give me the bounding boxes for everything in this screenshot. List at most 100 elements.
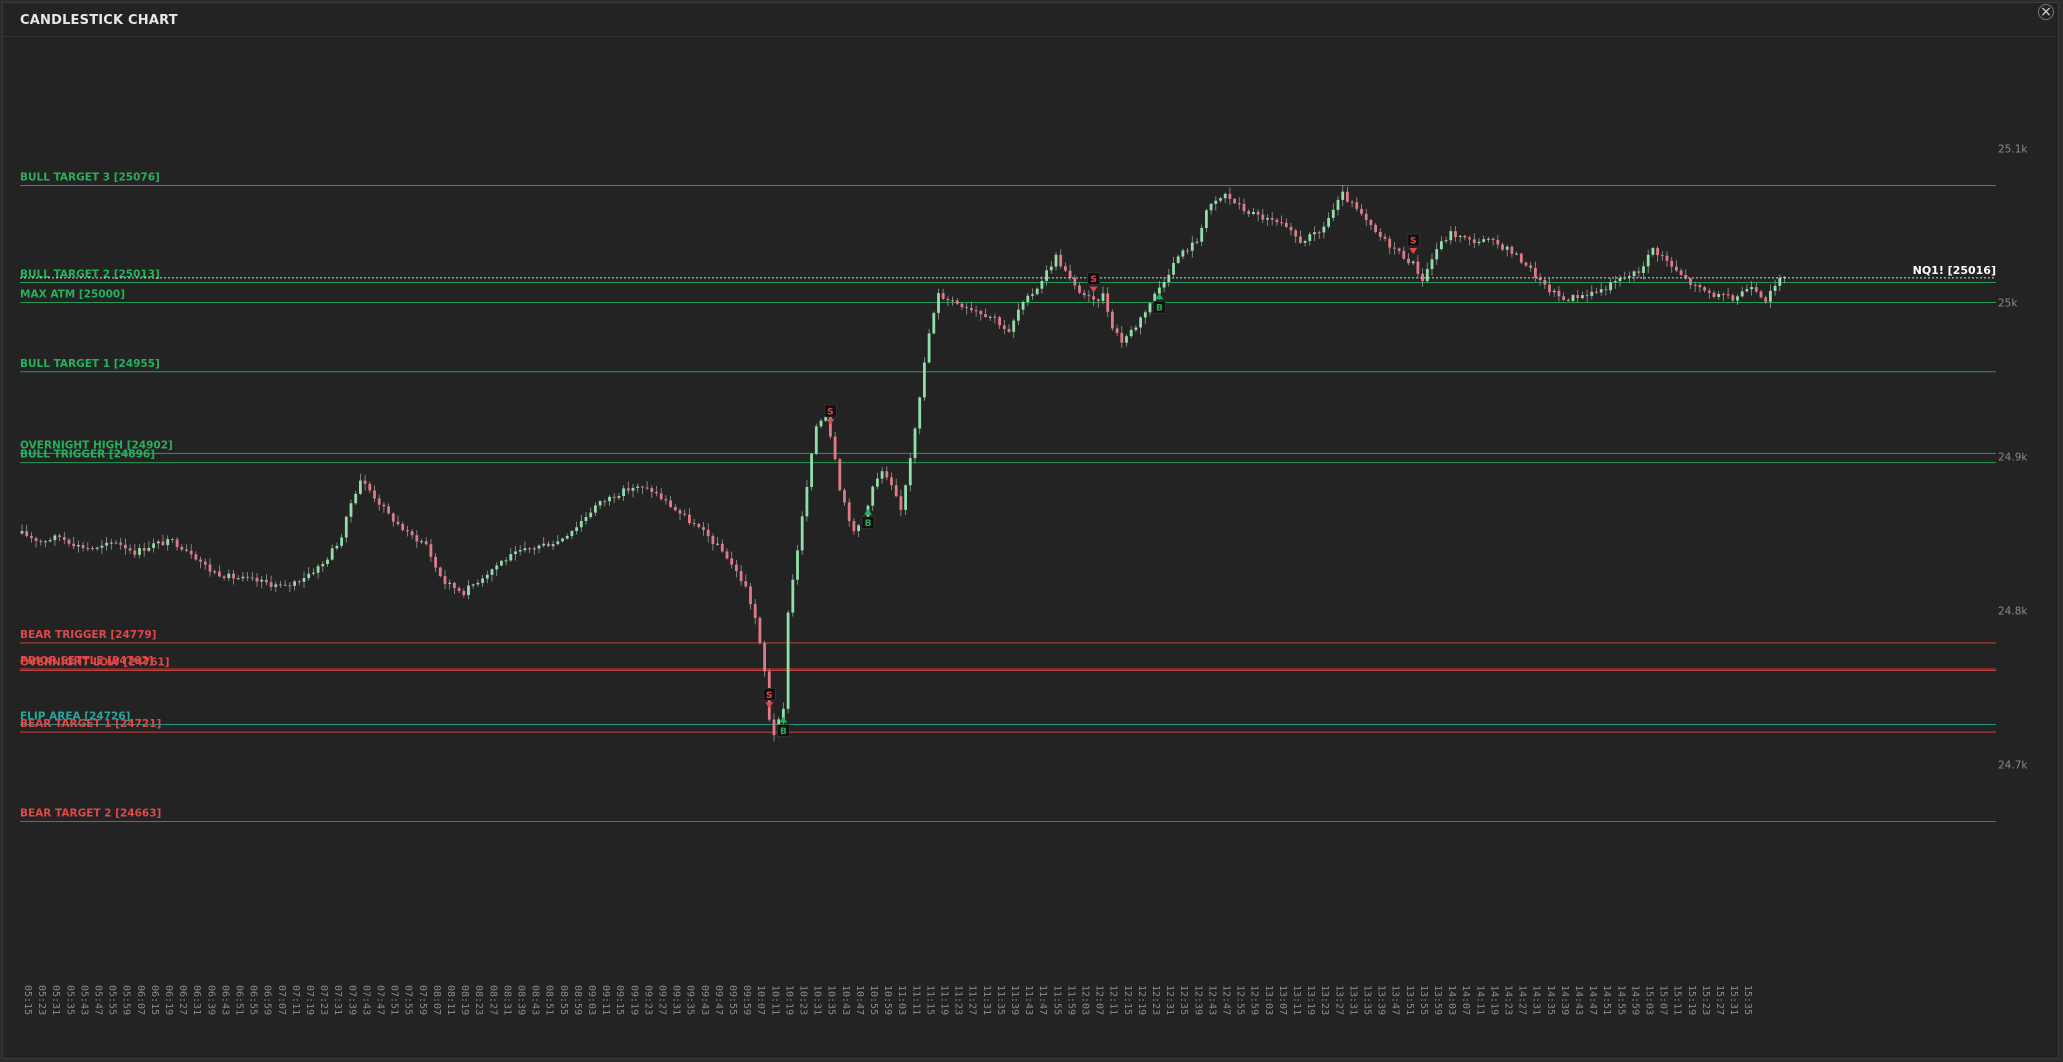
candle-body	[20, 531, 24, 534]
candle-body	[283, 584, 287, 586]
candle-body	[368, 483, 372, 491]
candle-body	[636, 486, 640, 488]
candle-body	[1769, 290, 1772, 302]
candle-body	[1581, 295, 1584, 299]
x-tick-label: 13:19	[1305, 985, 1316, 1015]
candle-body	[1731, 295, 1735, 301]
candle-body	[1618, 278, 1622, 282]
candle-body	[688, 514, 691, 524]
candle-body	[485, 574, 489, 579]
candle-body	[1407, 258, 1410, 264]
candle-body	[631, 487, 635, 491]
current-price-label: NQ1! [25016]	[1913, 264, 1996, 277]
candle-body	[1031, 294, 1034, 296]
candle-body	[1524, 262, 1528, 266]
y-axis: 25.1k 25k 24.9k 24.8k 24.7k	[1998, 144, 2028, 772]
candle-body	[396, 521, 400, 525]
candle-body	[462, 590, 466, 596]
candle-body	[523, 548, 527, 551]
candle-body	[735, 564, 738, 572]
candle-body	[1200, 227, 1204, 242]
candle-body	[81, 545, 85, 548]
candle-body	[354, 493, 358, 504]
x-tick-label: 09:55	[727, 985, 738, 1015]
candle-body	[1675, 266, 1678, 271]
candle-body	[1280, 222, 1283, 224]
candle-body	[39, 540, 43, 542]
candle-body	[500, 560, 503, 566]
x-tick-label: 14:55	[1615, 985, 1626, 1015]
candle-body	[650, 488, 654, 492]
x-tick-label: 08:27	[487, 985, 498, 1015]
candle-body	[843, 490, 846, 503]
candle-body	[1778, 278, 1782, 286]
candlestick-chart[interactable]: BULL TARGET 3 [25076] BULL TARGET 2 [2501…	[0, 0, 2063, 1062]
candle-body	[213, 571, 217, 573]
candle-body	[1632, 271, 1636, 277]
x-tick-label: 10:59	[882, 985, 893, 1015]
x-tick-label: 07:47	[375, 985, 386, 1015]
candle-body	[1660, 255, 1664, 257]
candle-body	[86, 547, 90, 549]
candle-body	[180, 546, 184, 550]
x-tick-label: 13:03	[1263, 985, 1274, 1015]
x-tick-label: 12:35	[1178, 985, 1189, 1015]
candle-body	[161, 541, 165, 546]
candle-body	[1228, 193, 1232, 199]
candle-body	[471, 584, 475, 586]
x-tick-label: 07:19	[304, 985, 315, 1015]
candle-body	[321, 563, 325, 567]
x-tick-label: 11:03	[896, 985, 907, 1015]
candle-body	[838, 459, 842, 491]
current-price-layer: NQ1! [25016]	[20, 264, 1996, 279]
candle-body	[1261, 214, 1265, 220]
candle-body	[1773, 285, 1777, 291]
candle-body	[250, 577, 254, 579]
candle-body	[1275, 219, 1279, 223]
candle-body	[387, 506, 390, 514]
x-tick-label: 10:47	[854, 985, 865, 1015]
candle-body	[255, 577, 259, 582]
x-tick-label: 15:23	[1700, 985, 1711, 1015]
candle-body	[749, 586, 752, 605]
candle-body	[1237, 203, 1241, 205]
candle-body	[918, 397, 922, 429]
x-tick-label: 06:31	[191, 985, 202, 1015]
candle-body	[199, 559, 202, 562]
candle-body	[730, 558, 734, 565]
candle-body	[401, 524, 405, 531]
candle-body	[697, 523, 701, 528]
x-tick-label: 08:43	[530, 985, 541, 1015]
candle-body	[758, 617, 762, 644]
candle-body	[1726, 294, 1730, 296]
x-tick-label: 09:27	[657, 985, 668, 1015]
candle-body	[53, 535, 57, 541]
candle-body	[1444, 240, 1448, 242]
candle-body	[1350, 201, 1354, 203]
candle-body	[537, 545, 541, 549]
level-label: OVERNIGHT LOW [24761]	[20, 657, 170, 669]
candle-body	[575, 527, 578, 532]
x-tick-label: 08:07	[431, 985, 442, 1015]
candle-body	[1698, 285, 1702, 288]
x-tick-label: 10:11	[769, 985, 780, 1015]
level-label: BULL TARGET 3 [25076]	[20, 171, 160, 183]
x-tick-label: 08:31	[501, 985, 512, 1015]
candle-body	[1557, 290, 1561, 297]
candle-body	[1651, 248, 1655, 255]
candle-body	[1064, 266, 1067, 271]
candle-body	[1590, 291, 1594, 296]
candle-body	[716, 543, 719, 545]
candle-body	[1703, 287, 1706, 291]
candle-body	[786, 612, 790, 709]
candle-body	[1021, 302, 1025, 310]
candle-body	[1148, 303, 1152, 313]
candle-body	[1759, 291, 1763, 298]
candle-body	[138, 548, 141, 555]
levels-layer: BULL TARGET 3 [25076] BULL TARGET 2 [2501…	[20, 171, 1996, 822]
candle-body	[1120, 332, 1124, 343]
x-tick-label: 06:15	[149, 985, 160, 1015]
x-tick-label: 14:11	[1474, 985, 1485, 1015]
x-tick-label: 11:35	[995, 985, 1006, 1015]
candle-body	[1482, 239, 1486, 242]
